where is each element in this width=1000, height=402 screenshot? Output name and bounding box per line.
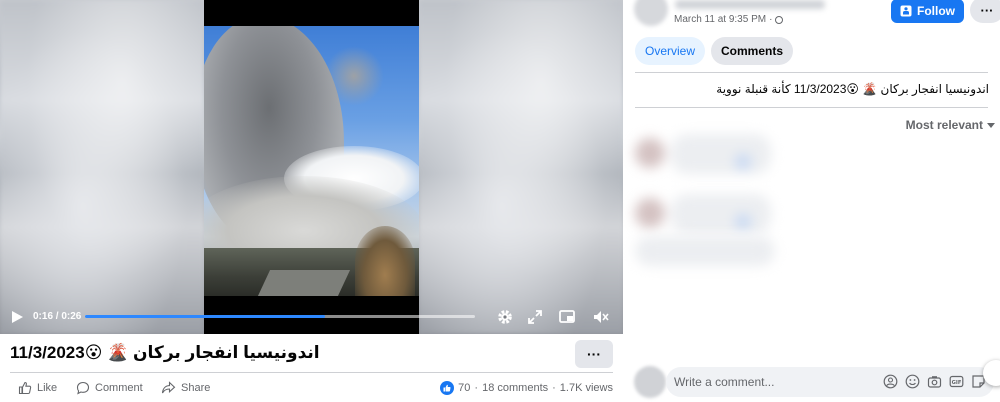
video-player[interactable]: 0:16 / 0:26 <box>0 0 623 334</box>
comment-composer[interactable]: GIF <box>666 367 994 397</box>
video-blur-backdrop-right <box>419 0 623 334</box>
post-title: اندونيسيا انفجار بركان 🌋 😮11/3/2023 <box>10 343 320 362</box>
comment-input[interactable] <box>674 374 874 390</box>
more-dots-icon: ··· <box>587 346 601 362</box>
tab-comments-label: Comments <box>721 44 784 58</box>
like-button[interactable]: Like <box>18 381 57 395</box>
volcano-eruption-footage <box>204 26 419 296</box>
blurred-comment <box>635 232 775 272</box>
timestamp-text[interactable]: March 11 at 9:35 PM <box>674 14 766 25</box>
globe-icon <box>775 15 784 24</box>
stats-separator: · <box>552 382 556 394</box>
post-title-row: اندونيسيا انفجار بركان 🌋 😮11/3/2023 ··· <box>0 334 623 374</box>
mute-icon[interactable] <box>592 308 610 326</box>
video-time: 0:16 / 0:26 <box>33 311 82 322</box>
emoji-icon[interactable] <box>905 374 920 389</box>
like-reaction-icon <box>440 381 455 395</box>
post-actions-row: Like Comment Share 70 · 18 comments · 1.… <box>0 376 623 402</box>
video-frame[interactable] <box>204 0 419 334</box>
author-avatar[interactable] <box>634 0 668 26</box>
panel-tabs: Overview Comments <box>635 37 794 65</box>
divider <box>10 372 613 373</box>
blurred-comment <box>635 130 775 190</box>
video-progress-bar[interactable] <box>85 315 475 318</box>
play-icon[interactable] <box>10 310 24 324</box>
avatar-sticker-icon[interactable] <box>883 374 898 389</box>
comments-count[interactable]: 18 comments <box>482 382 548 394</box>
thumbs-up-icon <box>18 381 32 395</box>
post-timestamp: March 11 at 9:35 PM · <box>674 14 784 25</box>
like-label: Like <box>37 382 58 394</box>
follow-icon <box>900 5 912 17</box>
camera-icon[interactable] <box>927 374 942 389</box>
more-dots-icon: ··· <box>980 2 994 18</box>
video-column: 0:16 / 0:26 اندونيسيا انفجار بركان 🌋 😮11… <box>0 0 623 402</box>
comment-bubble-icon <box>76 381 90 395</box>
sort-label: Most relevant <box>905 118 983 132</box>
svg-text:GIF: GIF <box>952 380 962 386</box>
comment-sort-dropdown[interactable]: Most relevant <box>906 118 995 132</box>
post-more-button[interactable]: ··· <box>575 340 613 368</box>
divider <box>635 72 988 73</box>
caret-down-icon <box>987 122 995 128</box>
comment-button[interactable]: Comment <box>76 381 143 395</box>
ash-puff <box>324 46 384 106</box>
tab-comments[interactable]: Comments <box>711 37 794 65</box>
views-count: 1.7K views <box>559 382 613 394</box>
comment-label: Comment <box>95 382 143 394</box>
panel-more-button[interactable]: ··· <box>970 0 1000 23</box>
tab-overview[interactable]: Overview <box>635 37 706 65</box>
share-button[interactable]: Share <box>161 381 210 395</box>
stats-separator: · <box>474 382 479 394</box>
share-label: Share <box>181 382 211 394</box>
tree <box>355 226 415 296</box>
timestamp-separator: · <box>769 14 773 25</box>
post-caption: اندونيسيا انفجار بركان 🌋 😮11/3/2023 كأنة… <box>716 82 989 96</box>
post-stats: 70 · 18 comments · 1.7K views <box>440 381 613 395</box>
follow-label: Follow <box>917 4 955 18</box>
follow-button[interactable]: Follow <box>891 0 964 23</box>
reactions-count[interactable]: 70 <box>458 382 470 394</box>
tab-overview-label: Overview <box>645 44 696 58</box>
video-controls: 0:16 / 0:26 <box>0 300 623 334</box>
road <box>257 270 351 296</box>
picture-in-picture-icon[interactable] <box>558 308 576 326</box>
share-arrow-icon <box>161 381 176 394</box>
author-name-redacted[interactable] <box>675 0 825 9</box>
gif-icon[interactable]: GIF <box>949 374 964 389</box>
post-side-panel: March 11 at 9:35 PM · Follow ··· Overvie… <box>623 0 1000 402</box>
composer-avatar <box>634 366 666 398</box>
video-progress-fill <box>85 315 325 318</box>
composer-icons: GIF <box>883 374 986 389</box>
settings-gear-icon[interactable] <box>496 308 514 326</box>
video-blur-backdrop-left <box>0 0 204 334</box>
divider <box>635 107 988 108</box>
fullscreen-expand-icon[interactable] <box>526 308 544 326</box>
